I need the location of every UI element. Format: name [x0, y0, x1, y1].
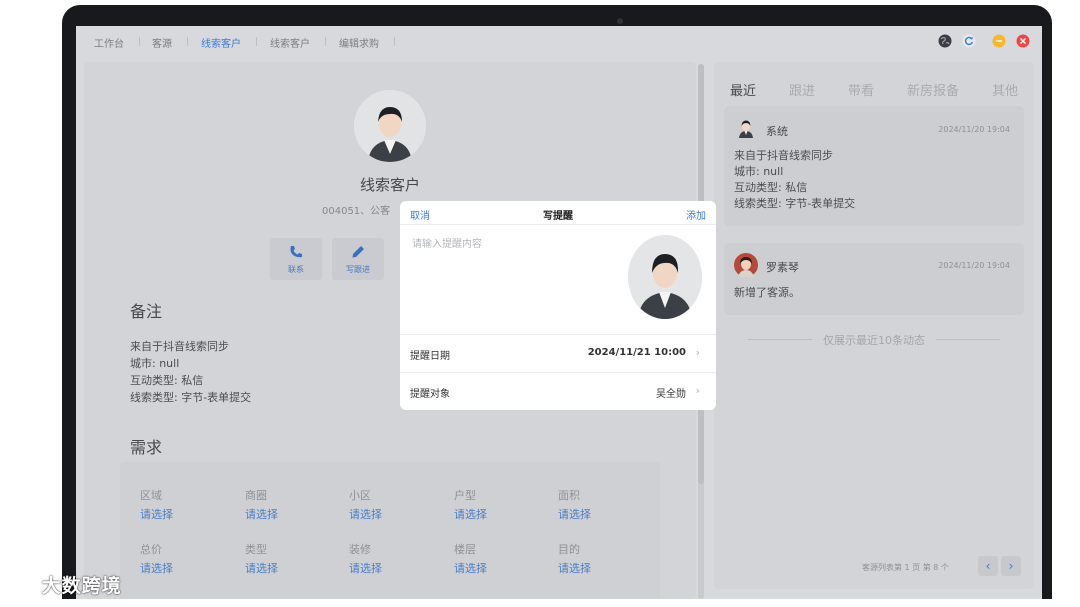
write-followup-button[interactable]: 写跟进: [332, 238, 384, 280]
activity-item: 系统 2024/11/20 19:04 来自于抖音线索同步 城市: null 互…: [724, 106, 1024, 226]
next-page-button[interactable]: ›: [1001, 556, 1021, 576]
req-label-area: 区域: [140, 489, 162, 502]
activity-body: 来自于抖音线索同步 城市: null 互动类型: 私信 线索类型: 字节-表单提…: [734, 148, 855, 212]
contact-button[interactable]: 联系: [270, 238, 322, 280]
nav-separator: [139, 37, 140, 46]
nav-tab-workbench[interactable]: 工作台: [94, 35, 124, 50]
globe-icon[interactable]: [938, 34, 952, 48]
contact-label: 联系: [288, 265, 304, 274]
req-select-size[interactable]: 请选择: [558, 506, 591, 522]
req-select-community[interactable]: 请选择: [349, 506, 382, 522]
system-avatar-icon: [739, 120, 753, 138]
notes-content: 来自于抖音线索同步 城市: null 互动类型: 私信 线索类型: 字节-表单提…: [130, 338, 251, 406]
reminder-date-value[interactable]: 2024/11/21 10:00: [588, 347, 686, 358]
req-label-community: 小区: [349, 489, 371, 502]
activity-user: 罗素琴: [766, 261, 799, 274]
requirements-box: 区域 请选择 商圈 请选择 小区 请选择 户型 请选择 面积 请选择 总价 请选…: [120, 462, 660, 599]
nav-separator: [256, 37, 257, 46]
nav-tab-edit-purchase[interactable]: 编辑求购: [339, 35, 379, 50]
camera-dot: [617, 18, 623, 24]
dialog-title: 写提醒: [543, 211, 573, 222]
reminder-target-value[interactable]: 吴全勋: [656, 385, 686, 400]
activity-line: 新增了客源。: [734, 286, 800, 299]
chevron-right-icon[interactable]: ›: [696, 346, 700, 359]
notes-line: 互动类型: 私信: [130, 374, 204, 387]
watermark: 大数跨境: [8, 571, 122, 598]
pen-icon: [352, 246, 364, 258]
reminder-dialog: 取消 写提醒 添加 提醒日期 2024/11/21 10:00 › 提醒对象 吴…: [400, 201, 716, 410]
req-label-floor: 楼层: [454, 543, 476, 556]
req-select-area[interactable]: 请选择: [140, 506, 173, 522]
nav-tab-leads[interactable]: 线索客户: [270, 35, 310, 50]
prev-page-button[interactable]: ‹: [978, 556, 998, 576]
person-avatar-icon: [354, 90, 426, 162]
add-button[interactable]: 添加: [686, 207, 706, 222]
watermark-logo-icon: [8, 577, 34, 591]
tab-viewing[interactable]: 带看: [848, 80, 874, 99]
requirements-title: 需求: [130, 438, 163, 457]
nav-separator: [394, 37, 395, 46]
req-select-business-circle[interactable]: 请选择: [245, 506, 278, 522]
activity-panel: 最近 跟进 带看 新房报备 其他 系统 2024/11/20 19:04 来自于…: [714, 62, 1034, 589]
divider: [400, 334, 716, 335]
reminder-date-label: 提醒日期: [410, 351, 450, 362]
req-select-type[interactable]: 请选择: [245, 560, 278, 576]
person-avatar-icon: [628, 235, 702, 319]
tab-recent[interactable]: 最近: [730, 80, 756, 99]
req-select-total-price[interactable]: 请选择: [140, 560, 173, 576]
minimize-icon[interactable]: [992, 34, 1006, 48]
tab-followup[interactable]: 跟进: [789, 80, 815, 99]
activity-body: 新增了客源。: [734, 285, 800, 301]
notes-line: 城市: null: [130, 357, 180, 370]
user-avatar-icon: [734, 253, 758, 277]
nav-separator: [187, 37, 188, 46]
notes-line: 线索类型: 字节-表单提交: [130, 391, 252, 404]
req-select-decoration[interactable]: 请选择: [349, 560, 382, 576]
activity-item: 罗素琴 2024/11/20 19:04 新增了客源。: [724, 243, 1024, 315]
req-label-layout: 户型: [454, 489, 476, 502]
activity-time: 2024/11/20 19:04: [938, 125, 1010, 134]
divider: [400, 372, 716, 373]
refresh-icon[interactable]: [962, 34, 976, 48]
req-label-size: 面积: [558, 489, 580, 502]
close-icon[interactable]: [1016, 34, 1030, 48]
req-label-decoration: 装修: [349, 543, 371, 556]
avatar: [354, 90, 426, 162]
activity-time: 2024/11/20 19:04: [938, 261, 1010, 270]
write-followup-label: 写跟进: [346, 265, 370, 274]
divider: [936, 339, 1000, 340]
nav-separator: [325, 37, 326, 46]
activity-line: 互动类型: 私信: [734, 181, 808, 194]
req-label-purpose: 目的: [558, 543, 580, 556]
nav-tab-leads-active[interactable]: 线索客户: [201, 35, 241, 50]
req-select-floor[interactable]: 请选择: [454, 560, 487, 576]
req-select-layout[interactable]: 请选择: [454, 506, 487, 522]
activity-line: 来自于抖音线索同步: [734, 149, 833, 162]
activity-line: 线索类型: 字节-表单提交: [734, 197, 856, 210]
profile-subtitle: 004051、公客: [322, 206, 391, 217]
req-select-purpose[interactable]: 请选择: [558, 560, 591, 576]
tab-other[interactable]: 其他: [992, 80, 1018, 99]
reminder-target-label: 提醒对象: [410, 389, 450, 400]
chevron-right-icon[interactable]: ›: [696, 384, 700, 397]
notes-title: 备注: [130, 302, 163, 321]
tab-new-house-report[interactable]: 新房报备: [907, 80, 959, 99]
pager-text: 客源列表第 1 页 第 8 个: [862, 563, 949, 572]
req-label-type: 类型: [245, 543, 267, 556]
profile-name: 线索客户: [359, 176, 420, 194]
req-label-business-circle: 商圈: [245, 489, 267, 502]
only-recent-notice: 仅展示最近10条动态: [823, 334, 925, 347]
nav-tab-customers[interactable]: 客源: [152, 35, 172, 50]
phone-icon: [290, 246, 302, 258]
watermark-text: 大数跨境: [41, 575, 122, 597]
activity-user: 系统: [766, 125, 788, 138]
reminder-content-input[interactable]: [410, 231, 626, 329]
activity-line: 城市: null: [734, 165, 784, 178]
notes-line: 来自于抖音线索同步: [130, 340, 229, 353]
req-label-total-price: 总价: [140, 543, 162, 556]
top-nav: 工作台 客源 线索客户 线索客户 编辑求购: [76, 26, 1042, 56]
divider: [400, 224, 716, 225]
avatar: [628, 235, 702, 319]
